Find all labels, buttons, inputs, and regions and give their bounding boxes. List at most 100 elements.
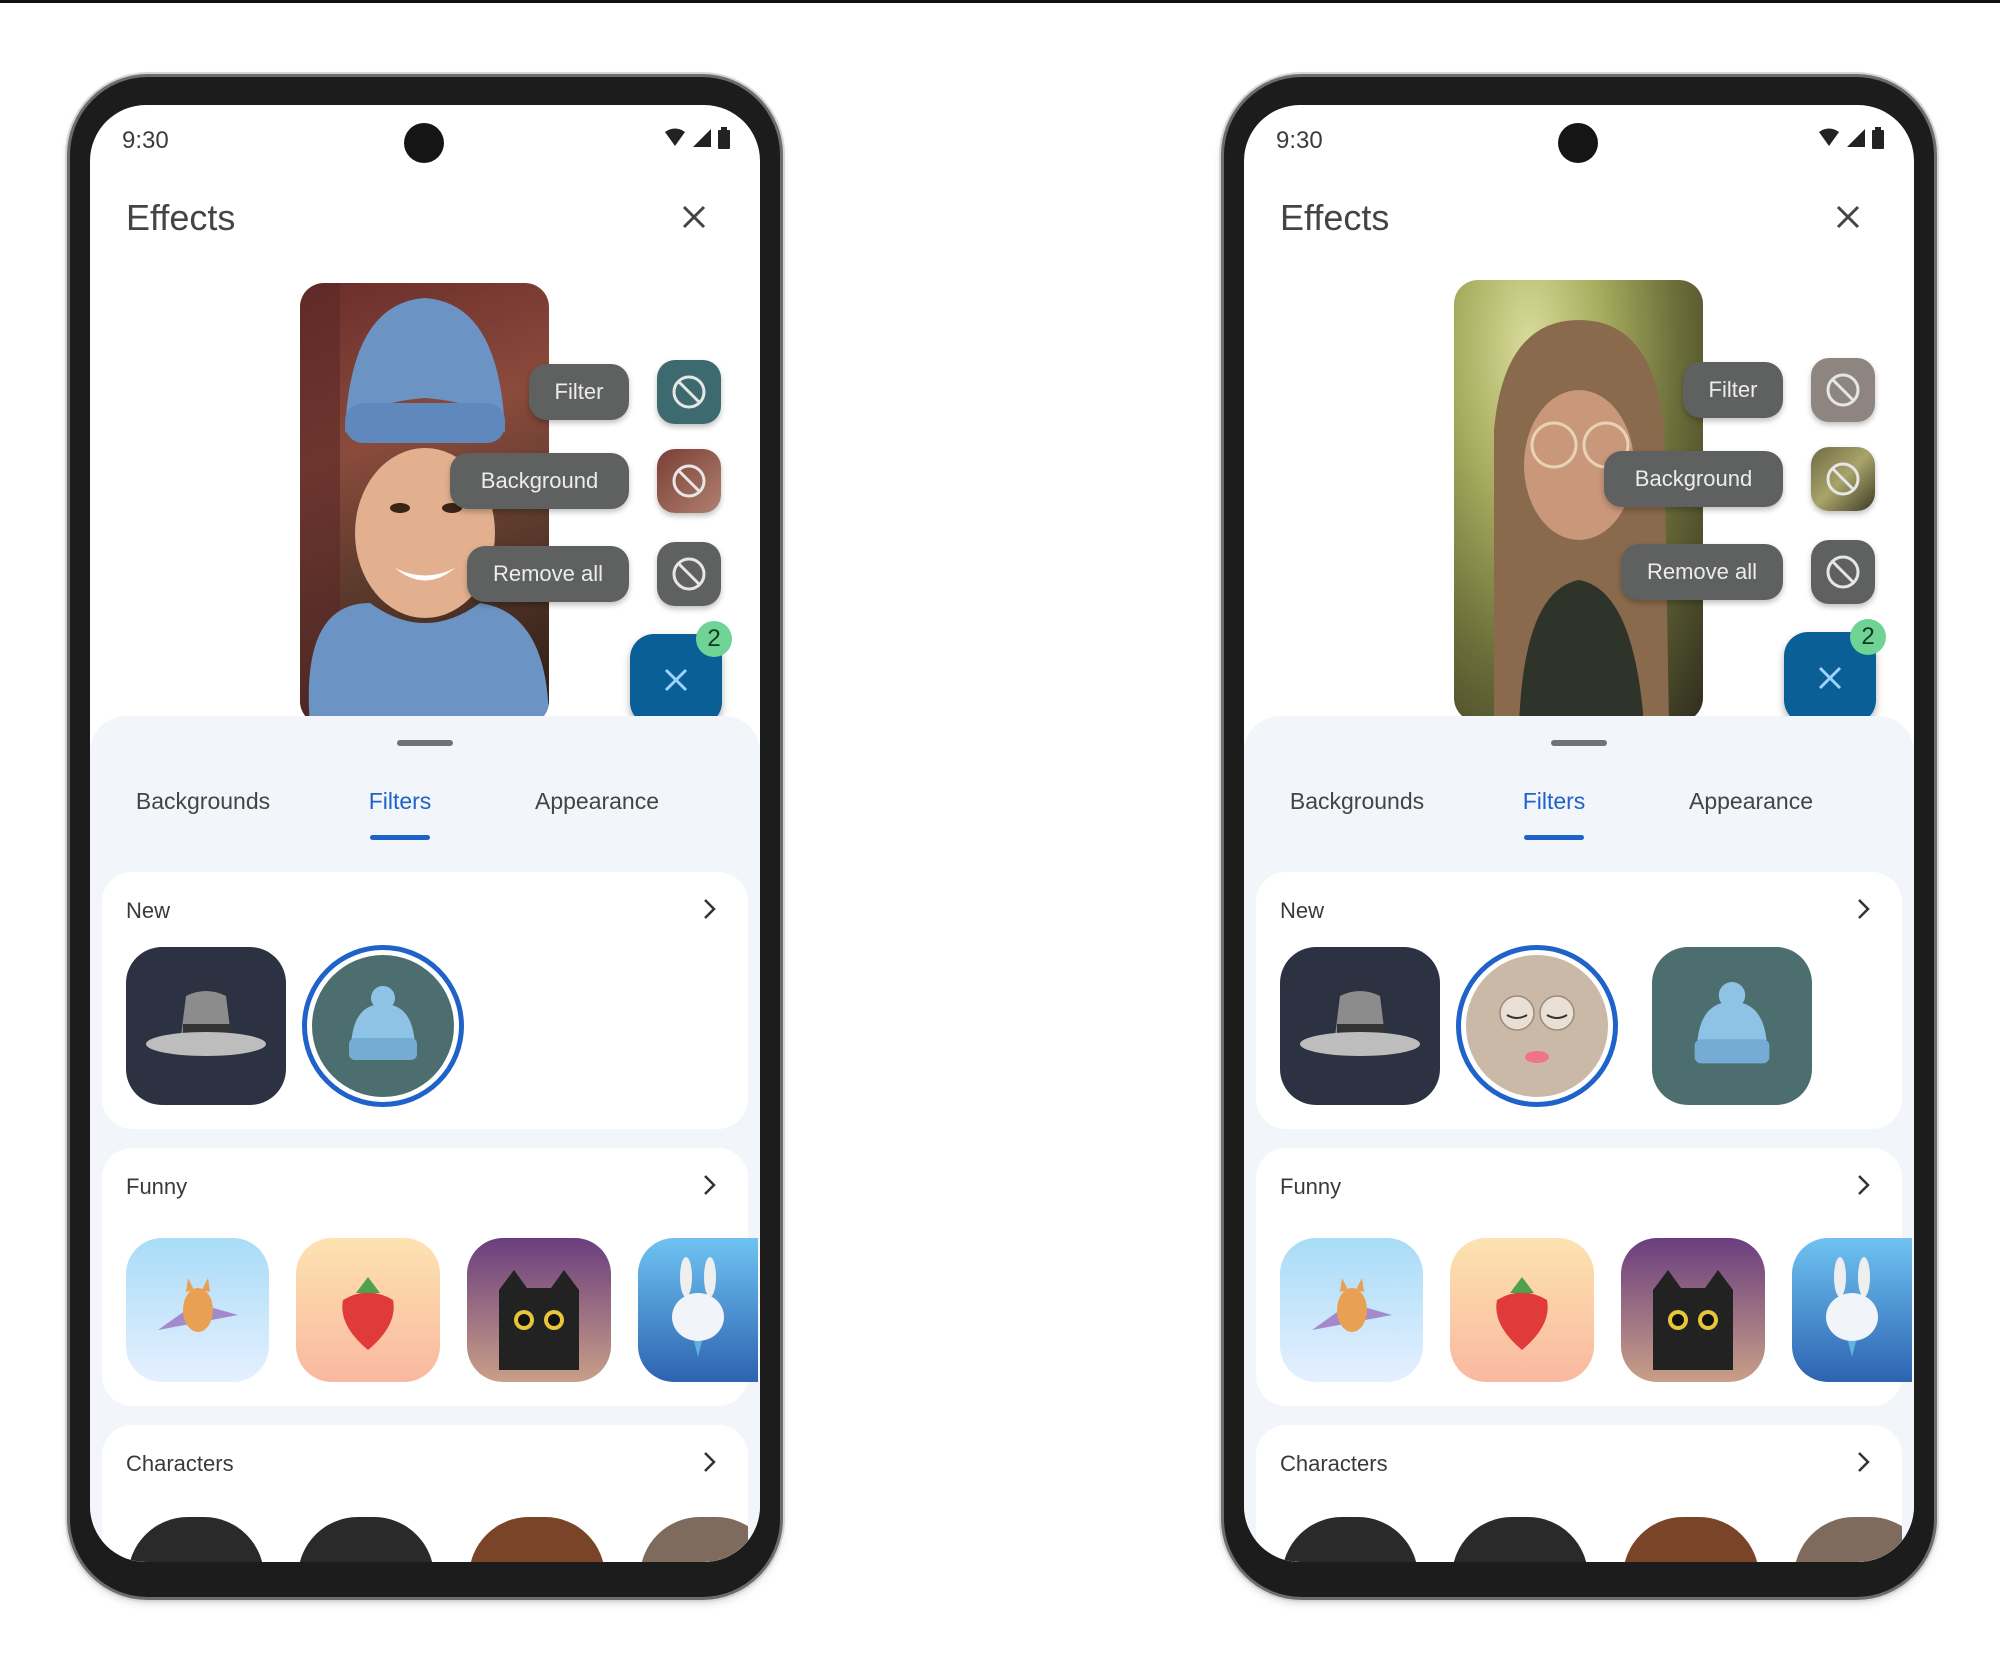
section-label: New xyxy=(1280,898,1325,923)
chevron-right-icon[interactable] xyxy=(1848,1447,1878,1477)
chevron-right-icon[interactable] xyxy=(694,894,724,924)
character-tile[interactable] xyxy=(469,1517,605,1562)
character-tile[interactable] xyxy=(640,1517,748,1562)
filter-tile-black-cat[interactable] xyxy=(1621,1238,1765,1382)
remove-all-chip-label: Remove all xyxy=(492,561,604,586)
chevron-right-icon[interactable] xyxy=(694,1447,724,1477)
glasses-face-icon xyxy=(1499,995,1575,1063)
close-icon xyxy=(664,668,688,692)
filter-chip-label: Filter xyxy=(1708,377,1758,402)
wifi-icon xyxy=(1819,128,1839,146)
filter-chip[interactable]: Filter xyxy=(1683,362,1783,418)
remove-filter-button[interactable] xyxy=(1811,358,1875,422)
close-icon xyxy=(682,205,706,229)
section-new: New xyxy=(102,872,748,1129)
section-funny: Funny xyxy=(1256,1148,1912,1406)
character-tile[interactable] xyxy=(1452,1517,1588,1562)
close-icon xyxy=(1836,205,1860,229)
black-cat-icon xyxy=(499,1270,579,1370)
no-effect-icon xyxy=(672,375,706,409)
filter-chip[interactable]: Filter xyxy=(529,364,629,420)
tab-appearance[interactable]: Appearance xyxy=(1689,788,1813,815)
no-effect-icon xyxy=(1826,555,1860,589)
effects-screen: 9:30 Effects Filter Background Remove al… xyxy=(1244,105,1914,1562)
characters-row xyxy=(1256,1517,1902,1562)
status-icons xyxy=(664,127,730,149)
filter-tile-blue-beanie[interactable] xyxy=(1652,947,1812,1105)
tab-filters[interactable]: Filters xyxy=(369,788,432,815)
battery-icon xyxy=(1872,127,1884,149)
tab-backgrounds[interactable]: Backgrounds xyxy=(136,788,270,815)
close-button[interactable] xyxy=(1828,197,1868,237)
chevron-right-icon[interactable] xyxy=(1848,1170,1878,1200)
section-characters: Characters xyxy=(102,1425,748,1562)
filter-tile-flying-fox[interactable] xyxy=(1280,1238,1423,1382)
filter-tile-bunny[interactable] xyxy=(1792,1238,1912,1382)
remove-all-chip[interactable]: Remove all xyxy=(1621,544,1783,600)
filter-tile-strawberry[interactable] xyxy=(296,1238,440,1382)
remove-background-button[interactable] xyxy=(1811,447,1875,511)
status-time: 9:30 xyxy=(122,127,169,154)
character-tile[interactable] xyxy=(1623,1517,1759,1562)
section-label: Funny xyxy=(126,1174,188,1199)
background-chip[interactable]: Background xyxy=(450,453,629,509)
filter-tile-fedora-hat[interactable] xyxy=(1280,947,1440,1105)
drag-handle[interactable] xyxy=(397,740,453,746)
tab-appearance[interactable]: Appearance xyxy=(535,788,659,815)
background-chip-label: Background xyxy=(480,468,599,493)
fedora-hat-icon xyxy=(1300,991,1420,1056)
remove-filter-button[interactable] xyxy=(657,360,721,424)
active-tab-indicator xyxy=(370,835,430,840)
remove-background-button[interactable] xyxy=(657,449,721,513)
flying-fox-icon xyxy=(1311,1278,1392,1332)
active-tab-indicator xyxy=(1524,835,1584,840)
effects-screen: 9:30 Effects Filter Background Remove al… xyxy=(90,105,760,1562)
signal-icon xyxy=(693,129,711,147)
character-tile[interactable] xyxy=(1282,1517,1418,1562)
filter-tile-black-cat[interactable] xyxy=(467,1238,611,1382)
character-tile[interactable] xyxy=(128,1517,264,1562)
character-tile[interactable] xyxy=(298,1517,434,1562)
section-funny: Funny xyxy=(102,1148,758,1406)
filter-tile-fedora-hat[interactable] xyxy=(126,947,286,1105)
chevron-right-icon[interactable] xyxy=(694,1170,724,1200)
active-effects-badge: 2 xyxy=(696,621,732,657)
beanie-icon xyxy=(1694,982,1770,1064)
phone-left: 9:30 Effects Filter Background Remove al… xyxy=(70,77,780,1597)
filter-tile-strawberry[interactable] xyxy=(1450,1238,1594,1382)
status-icons xyxy=(1818,127,1884,149)
filter-chip-label: Filter xyxy=(554,379,604,404)
no-effect-icon xyxy=(672,557,706,591)
strawberry-icon xyxy=(342,1277,394,1350)
section-label: Funny xyxy=(1280,1174,1342,1199)
chevron-right-icon[interactable] xyxy=(1848,894,1878,924)
strawberry-icon xyxy=(1496,1277,1548,1350)
drag-handle[interactable] xyxy=(1551,740,1607,746)
effects-tabs: Backgrounds Filters Appearance xyxy=(1244,788,1914,848)
filter-tile-bunny[interactable] xyxy=(638,1238,758,1382)
camera-cutout xyxy=(1558,123,1598,163)
black-cat-icon xyxy=(1653,1270,1733,1370)
close-button[interactable] xyxy=(674,197,714,237)
close-icon xyxy=(1818,666,1842,690)
background-chip[interactable]: Background xyxy=(1604,451,1783,507)
page-title: Effects xyxy=(126,197,236,238)
filter-tile-blue-beanie[interactable] xyxy=(312,955,454,1097)
remove-all-button[interactable] xyxy=(1811,540,1875,604)
character-tile[interactable] xyxy=(1794,1517,1902,1562)
beanie-icon xyxy=(349,986,417,1060)
remove-all-button[interactable] xyxy=(657,542,721,606)
no-effect-icon xyxy=(1826,462,1860,496)
no-effect-icon xyxy=(1826,373,1860,407)
section-characters: Characters xyxy=(1256,1425,1902,1562)
tab-filters[interactable]: Filters xyxy=(1523,788,1586,815)
active-effects-badge: 2 xyxy=(1850,619,1886,655)
tab-backgrounds[interactable]: Backgrounds xyxy=(1290,788,1424,815)
remove-all-chip[interactable]: Remove all xyxy=(467,546,629,602)
filter-tile-flying-fox[interactable] xyxy=(126,1238,269,1382)
section-label: Characters xyxy=(126,1451,234,1476)
filter-tile-glasses-face[interactable] xyxy=(1466,955,1608,1097)
section-label: Characters xyxy=(1280,1451,1388,1476)
fedora-hat-icon xyxy=(146,991,266,1056)
section-label: New xyxy=(126,898,171,923)
